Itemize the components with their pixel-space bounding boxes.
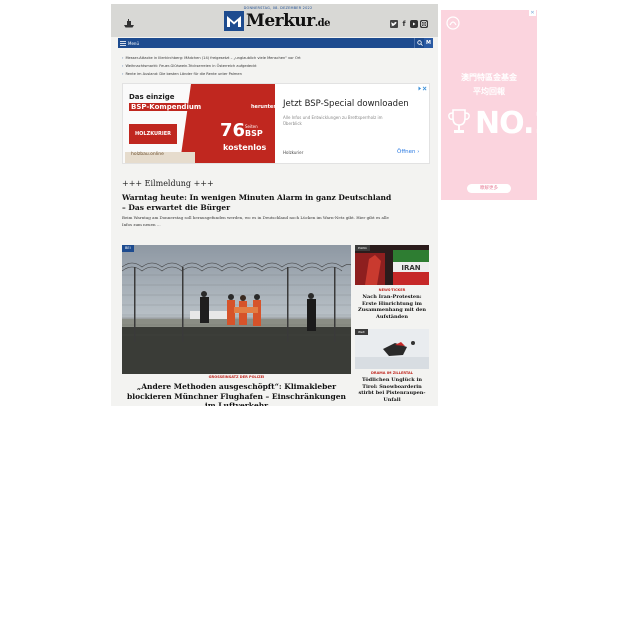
ad-line-1: 澳門特區金基金 bbox=[461, 73, 517, 82]
ad-site-url: holzbau.online bbox=[131, 152, 164, 157]
search-button[interactable] bbox=[414, 38, 424, 48]
side-article-headline[interactable]: Tödlichen Unglück in Tirol: Snowboarderi… bbox=[355, 377, 429, 403]
adchoices-icon[interactable] bbox=[417, 86, 427, 91]
side-article-tag: Welt bbox=[355, 329, 368, 335]
breaking-headline[interactable]: Warntag heute: In wenigen Minuten Alarm … bbox=[122, 193, 397, 212]
teaser-list: Messer-Attacke in Illerkirchberg: Mädche… bbox=[122, 54, 432, 78]
side-article-kicker: NEWS-TICKER bbox=[378, 288, 406, 292]
main-article-tag: BEI bbox=[122, 245, 134, 252]
ad-description: Alle Infos und Entwicklungen zu Brettspe… bbox=[283, 115, 383, 126]
site-header: DONNERSTAG, 08. DEZEMBER 2022 Merkur.de bbox=[111, 4, 438, 37]
teaser-link[interactable]: Messer-Attacke in Illerkirchberg: Mädche… bbox=[122, 54, 432, 62]
brand-tld: .de bbox=[314, 18, 331, 29]
bsp-ad-banner[interactable]: Das einzige BSP-Kompendium HOLZKURIER ho… bbox=[122, 83, 430, 164]
main-article-image[interactable]: BEI bbox=[122, 245, 351, 374]
right-side-ad[interactable]: ✕ 澳門特區金基金 平均回報 NO.1 瞭解更多 bbox=[441, 10, 537, 200]
brand-main: Merkur bbox=[246, 11, 315, 31]
main-nav: Menü M bbox=[118, 38, 433, 48]
iran-protest-photo: IRAN bbox=[355, 245, 429, 285]
image-text-iran: IRAN bbox=[401, 264, 420, 272]
social-links: f bbox=[390, 20, 428, 28]
hamburger-icon bbox=[120, 40, 126, 46]
merkur-logo-mark-icon bbox=[224, 11, 244, 31]
ad-title[interactable]: Jetzt BSP-Special downloaden bbox=[283, 99, 409, 109]
youtube-icon[interactable] bbox=[410, 20, 418, 28]
breaking-kicker: +++ Eilmeldung +++ bbox=[122, 179, 214, 188]
ad-kostenlos: kostenlos bbox=[223, 143, 267, 152]
airport-fence-photo bbox=[122, 245, 351, 374]
ad-corner-text: Hier herunterladen! bbox=[251, 104, 275, 110]
side-article-image-snow[interactable]: Welt bbox=[355, 329, 429, 369]
teaser-link[interactable]: Weihnachtsmarkt: Feuer-Glühwein-Trickser… bbox=[122, 62, 432, 70]
ad-sponsor: Holzkurier bbox=[283, 150, 304, 155]
merkur-m-button[interactable]: M bbox=[424, 38, 433, 48]
ad-learn-more-button[interactable]: 瞭解更多 bbox=[467, 184, 511, 193]
teaser-link[interactable]: Rente im Ausland: Die besten Länder für … bbox=[122, 70, 432, 78]
main-article-headline[interactable]: „Andere Methoden ausgeschöpft“: Klimakle… bbox=[122, 382, 351, 406]
ship-icon[interactable] bbox=[123, 19, 135, 28]
close-icon[interactable]: ✕ bbox=[529, 10, 536, 16]
menu-button[interactable]: Menü bbox=[120, 38, 139, 48]
ad-brand-box: HOLZKURIER bbox=[129, 124, 177, 144]
ad-logo-icon bbox=[446, 16, 460, 30]
side-article-image-iran[interactable]: IRAN Politik bbox=[355, 245, 429, 285]
ad-open-button[interactable]: Öffnen › bbox=[397, 149, 419, 155]
ad-text-block[interactable]: Jetzt BSP-Special downloaden Alle Infos … bbox=[283, 84, 429, 163]
ad-creative[interactable]: Das einzige BSP-Kompendium HOLZKURIER ho… bbox=[123, 84, 275, 163]
ad-big-number: 76 bbox=[220, 120, 246, 141]
facebook-icon[interactable]: f bbox=[400, 20, 408, 28]
merkur-logo[interactable]: Merkur.de bbox=[224, 10, 331, 32]
search-icon bbox=[416, 40, 423, 46]
page: DONNERSTAG, 08. DEZEMBER 2022 Merkur.de bbox=[0, 0, 640, 640]
main-article-kicker: GROSSEINSATZ DER POLIZEI bbox=[208, 375, 265, 379]
trophy-icon bbox=[448, 109, 470, 133]
twitter-icon[interactable] bbox=[390, 20, 398, 28]
side-article-kicker: DRAMA IM ZILLERTAL bbox=[370, 371, 413, 375]
ad-headline-2: BSP-Kompendium bbox=[129, 103, 204, 111]
merkur-site: DONNERSTAG, 08. DEZEMBER 2022 Merkur.de bbox=[111, 4, 438, 406]
ad-headline-1: Das einzige bbox=[129, 93, 175, 101]
snow-accident-photo bbox=[355, 329, 429, 369]
side-article-tag: Politik bbox=[355, 245, 370, 251]
side-article-headline[interactable]: Nach Iran-Protesten: Erste Hinrichtung i… bbox=[355, 294, 429, 320]
instagram-icon[interactable] bbox=[420, 20, 428, 28]
ad-line-2: 平均回報 bbox=[473, 87, 505, 96]
ad-no1: NO.1 bbox=[475, 106, 537, 141]
brand-name: Merkur.de bbox=[246, 11, 331, 31]
ad-bsp: BSP bbox=[245, 129, 263, 138]
menu-label: Menü bbox=[128, 40, 139, 46]
breaking-teaser-text: Beim Warntag am Donnerstag soll herausge… bbox=[122, 215, 389, 227]
